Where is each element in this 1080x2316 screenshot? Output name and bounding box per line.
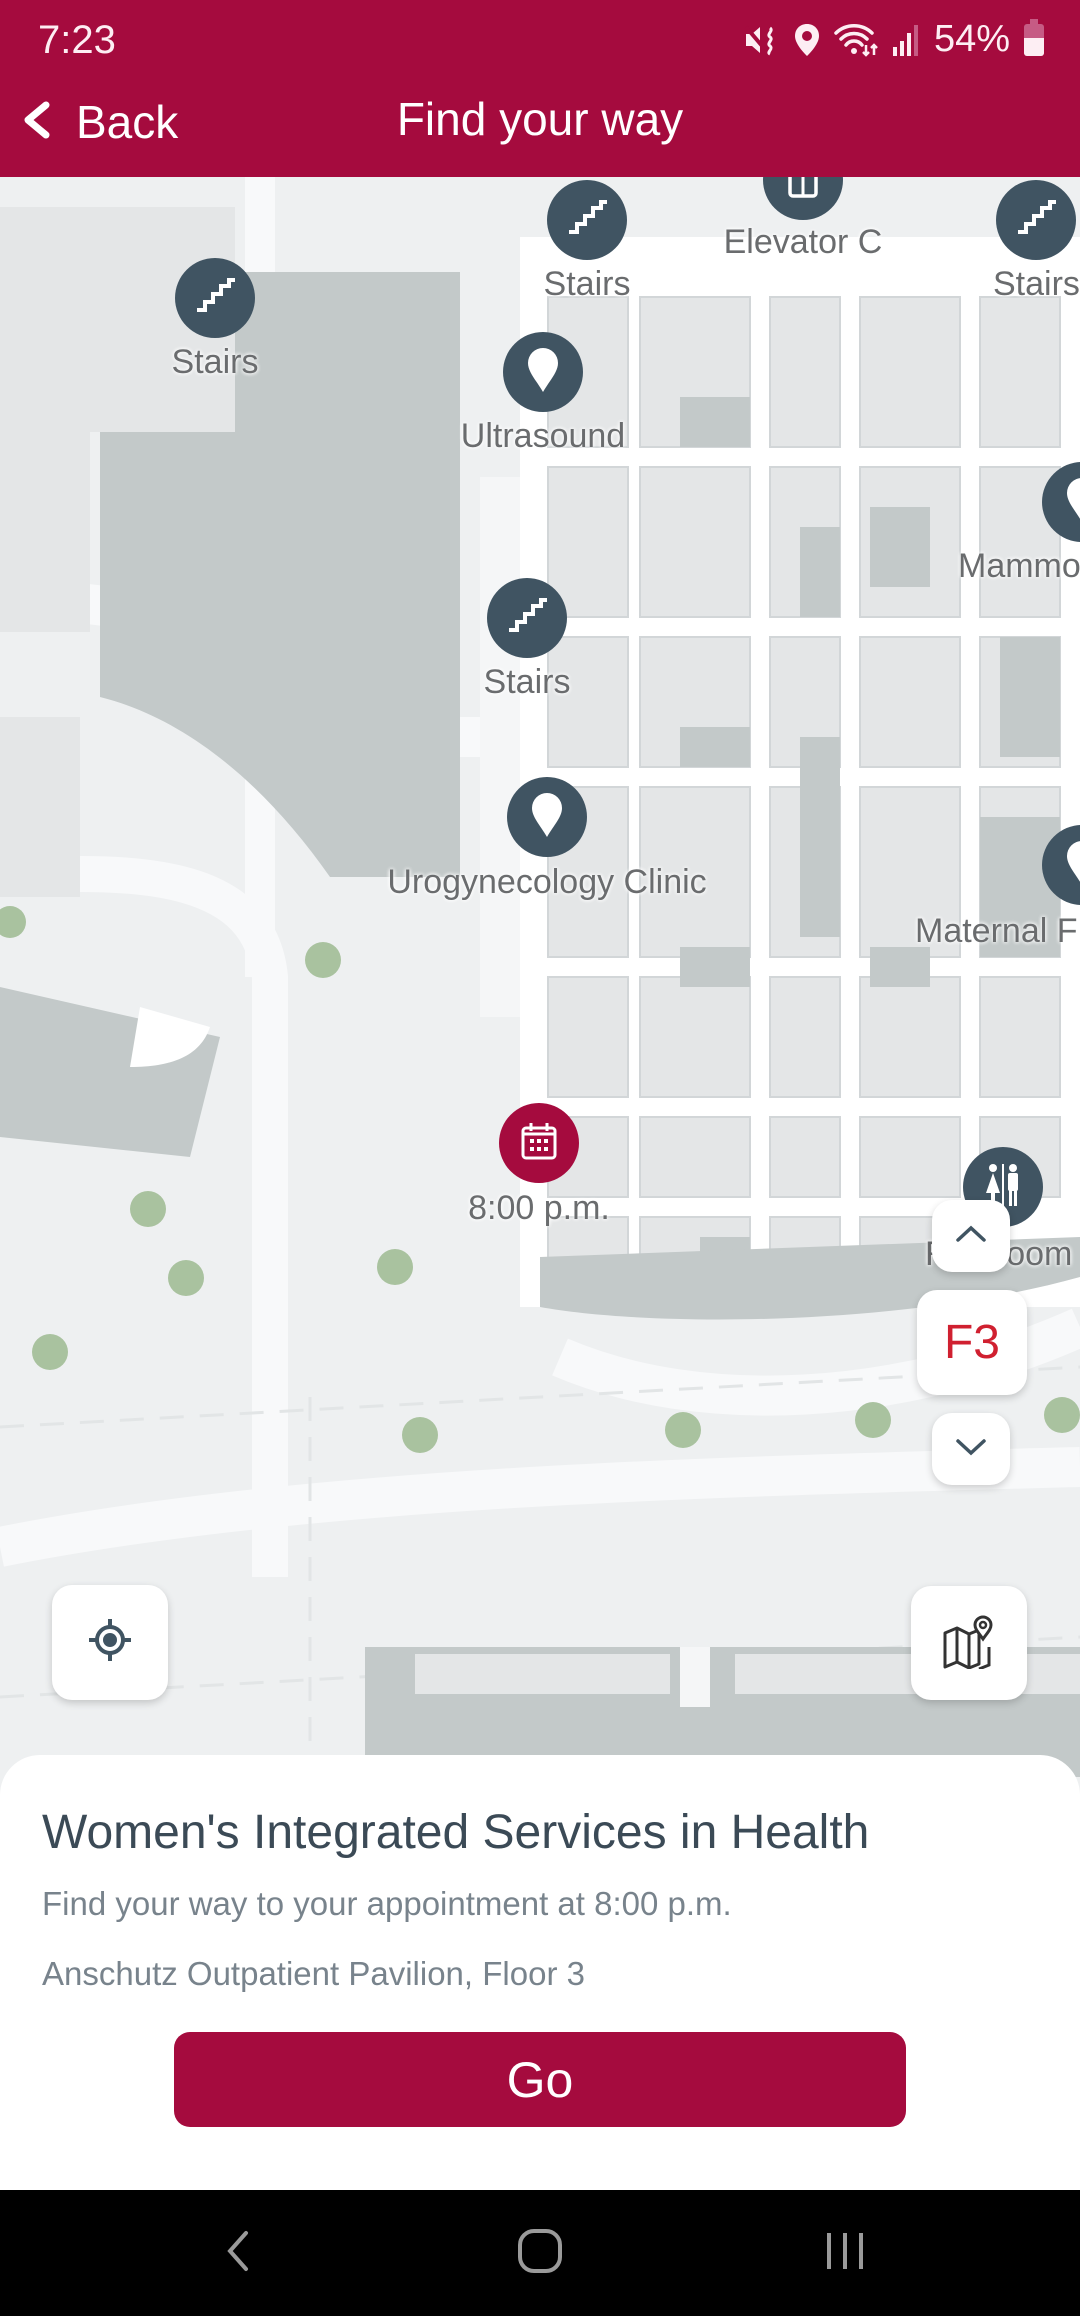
screen: 7:23 54% Back Find your way Stairs Eleva…: [0, 0, 1080, 2316]
nav-home-icon: [516, 2227, 564, 2280]
floor-down-button[interactable]: [932, 1413, 1010, 1485]
appointment-time-label: 8:00 p.m.: [468, 1189, 610, 1227]
pin-icon: [526, 346, 560, 399]
location-icon: [794, 23, 820, 57]
stairs-icon: [505, 596, 549, 641]
pin-icon: [530, 791, 564, 844]
stairs-marker[interactable]: [996, 180, 1076, 260]
pin-icon: [1065, 839, 1080, 892]
destination-location: Anschutz Outpatient Pavilion, Floor 3: [42, 1955, 585, 1992]
elevator-icon: [786, 177, 820, 203]
stairs-icon: [565, 198, 609, 243]
calendar-icon: [519, 1121, 559, 1166]
elevator-label: Elevator C: [723, 223, 883, 261]
destination-sheet: Women's Integrated Services in Health Fi…: [0, 1755, 1080, 2195]
floor-indicator-button[interactable]: F3: [917, 1290, 1027, 1395]
destination-title: Women's Integrated Services in Health: [42, 1806, 870, 1859]
app-header: 7:23 54% Back Find your way: [0, 0, 1080, 177]
mute-vibrate-icon: [744, 24, 780, 56]
mammo-label: Mammo: [958, 547, 1080, 585]
chevron-up-icon: [955, 1224, 987, 1249]
locate-me-button[interactable]: [52, 1585, 168, 1700]
stairs-marker[interactable]: [487, 578, 567, 658]
stairs-marker[interactable]: [175, 258, 255, 338]
signal-icon: [892, 23, 920, 57]
stairs-label: Stairs: [993, 265, 1080, 303]
nav-recents-icon: [823, 2229, 867, 2278]
stairs-label: Stairs: [543, 265, 631, 303]
stairs-icon: [1014, 198, 1058, 243]
battery-icon: [1024, 18, 1044, 56]
stairs-label: Stairs: [483, 663, 571, 701]
nav-back-icon: [226, 2229, 250, 2278]
chevron-down-icon: [955, 1437, 987, 1462]
status-time: 7:23: [38, 18, 116, 62]
indoor-map[interactable]: Stairs Elevator C Stairs Stairs Ultrasou…: [0, 177, 1080, 1777]
nav-back-button[interactable]: [168, 2190, 308, 2316]
page-title: Find your way: [396, 93, 684, 145]
map-view-button[interactable]: [911, 1586, 1027, 1700]
ultrasound-marker[interactable]: [503, 332, 583, 412]
crosshair-icon: [87, 1617, 133, 1668]
stairs-label: Stairs: [171, 343, 259, 381]
nav-home-button[interactable]: [470, 2190, 610, 2316]
go-button[interactable]: Go: [174, 2032, 906, 2127]
status-icons: 54%: [744, 18, 1044, 61]
maternal-label: Maternal F: [915, 912, 1078, 950]
ultrasound-label: Ultrasound: [460, 417, 626, 455]
appointment-subtitle: Find your way to your appointment at 8:0…: [42, 1885, 732, 1922]
urogynecology-marker[interactable]: [507, 777, 587, 857]
floor-label: F3: [943, 1316, 1000, 1369]
battery-percent: 54%: [933, 18, 1010, 60]
floor-up-button[interactable]: [932, 1200, 1010, 1272]
map-pin-icon: [941, 1613, 997, 1674]
appointment-marker[interactable]: [499, 1103, 579, 1183]
stairs-marker[interactable]: [547, 180, 627, 260]
pin-icon: [1065, 476, 1080, 529]
urogynecology-label: Urogynecology Clinic: [387, 863, 707, 901]
wifi-icon: [834, 23, 878, 57]
stairs-icon: [193, 276, 237, 321]
nav-recents-button[interactable]: [775, 2190, 915, 2316]
system-nav-bar: [0, 2190, 1080, 2316]
